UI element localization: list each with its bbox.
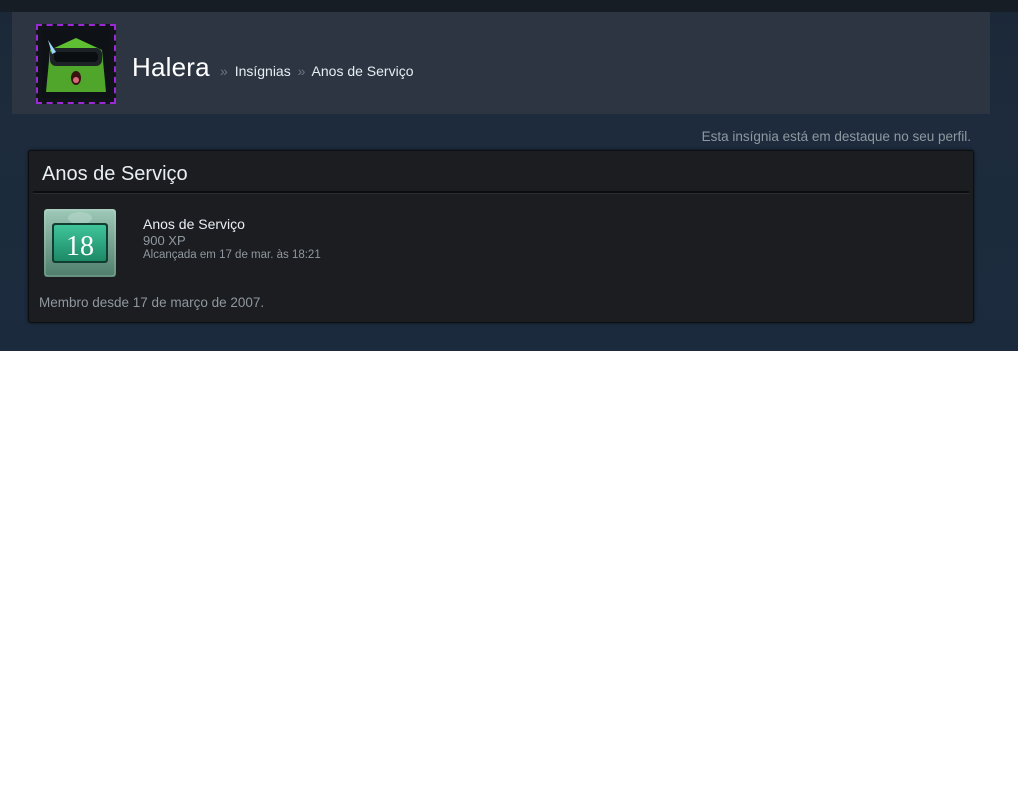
green-cube-avatar-icon [42, 30, 110, 98]
panel-title: Anos de Serviço [42, 163, 188, 185]
badge-name: Anos de Serviço [143, 216, 245, 232]
badge-xp: 900 XP [143, 233, 186, 248]
breadcrumb-separator: » [297, 63, 306, 79]
breadcrumb: » Insígnias » Anos de Serviço [217, 63, 414, 79]
profile-header: Halera » Insígnias » Anos de Serviço [12, 12, 990, 114]
badge-number: 18 [66, 231, 94, 262]
featured-badge-notice: Esta insígnia está em destaque no seu pe… [701, 129, 971, 144]
avatar[interactable] [36, 24, 116, 104]
member-since-text: Membro desde 17 de março de 2007. [39, 295, 265, 310]
breadcrumb-separator: » [220, 63, 228, 79]
badge-unlock-date: Alcançada em 17 de mar. às 18:21 [143, 249, 321, 261]
panel-divider [33, 191, 969, 194]
breadcrumb-link-badges[interactable]: Insígnias [235, 63, 291, 79]
persona-name[interactable]: Halera [132, 52, 210, 83]
years-of-service-badge-icon: 18 [44, 209, 116, 277]
breadcrumb-link-years-of-service[interactable]: Anos de Serviço [312, 63, 414, 79]
badge-detail-panel: Anos de Serviço 18 Anos de Serviço 900 X [28, 150, 974, 323]
top-bar [0, 0, 1018, 12]
